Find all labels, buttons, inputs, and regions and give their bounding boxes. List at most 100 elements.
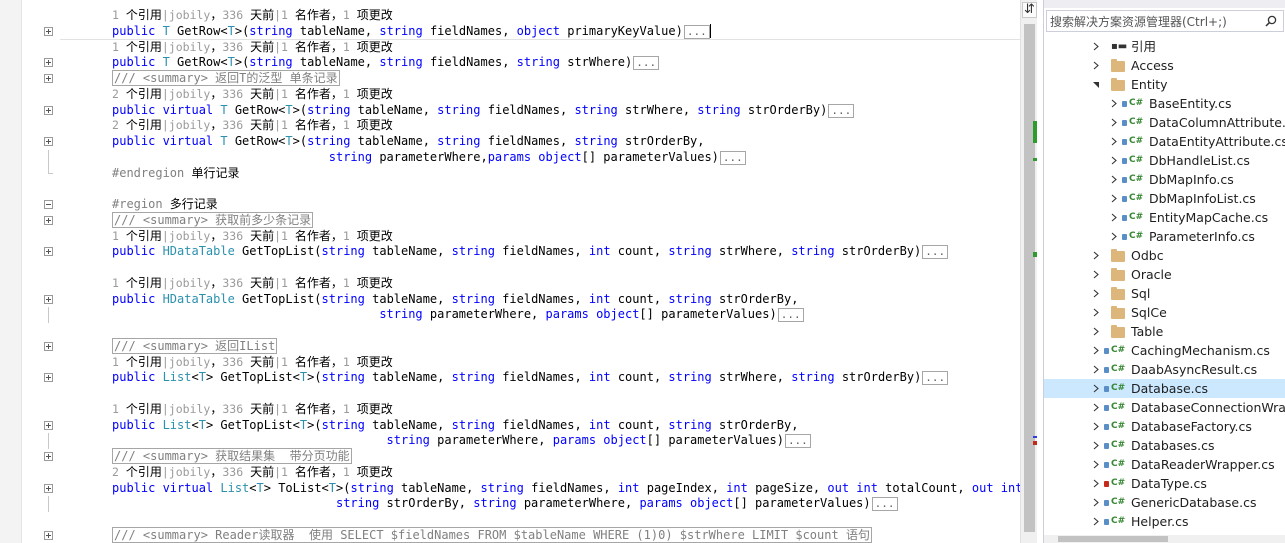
chevron-right-icon[interactable] (1092, 479, 1100, 488)
codelens-info[interactable]: 1 个引用|jobily，336 天前|1 名作者，1 项更改 (112, 355, 393, 371)
chevron-down-icon[interactable] (1092, 80, 1100, 89)
chevron-right-icon[interactable] (1110, 213, 1118, 222)
chevron-right-icon[interactable] (1110, 175, 1118, 184)
code-line[interactable]: string parameterWhere, params object[] p… (0, 433, 1020, 449)
expand-icon[interactable] (44, 74, 53, 83)
tree-item[interactable]: Odbc (1044, 246, 1285, 265)
chevron-right-icon[interactable] (1092, 460, 1100, 469)
chevron-right-icon[interactable] (1110, 194, 1118, 203)
code-line[interactable] (0, 181, 1020, 197)
expand-icon[interactable] (44, 373, 53, 383)
code-line[interactable]: #endregion 单行记录 (0, 165, 1020, 182)
code-line[interactable]: public HDataTable GetTopList(string tabl… (0, 292, 1020, 308)
collapsed-region-ellipsis[interactable]: ... (777, 308, 804, 323)
tree-item[interactable]: C# Databases.cs (1044, 436, 1285, 455)
tree-item[interactable]: C# EntityMapCache.cs (1044, 208, 1285, 227)
code-line[interactable]: public List<T> GetTopList<T>(string tabl… (0, 370, 1020, 386)
expand-icon[interactable] (44, 105, 53, 115)
tree-item[interactable]: C# DbMapInfoList.cs (1044, 189, 1285, 208)
split-editor-icon[interactable]: ⇵ (1022, 2, 1037, 18)
chevron-right-icon[interactable] (1092, 498, 1100, 507)
expand-icon[interactable] (44, 26, 53, 36)
collapsed-region-ellipsis[interactable]: ... (871, 497, 898, 512)
tree-item[interactable]: Oracle (1044, 265, 1285, 284)
expand-icon[interactable] (44, 530, 53, 540)
code-line[interactable]: 1 个引用|jobily，336 天前|1 名作者，1 项更改 (0, 276, 1020, 292)
code-line[interactable]: 1 个引用|jobily，336 天前|1 名作者，1 项更改 (0, 8, 1020, 24)
code-line[interactable]: /// <summary> 获取前多少条记录 (0, 211, 1020, 229)
expand-icon[interactable] (44, 247, 53, 257)
editor-vertical-scrollbar[interactable]: ⇵ (1020, 0, 1037, 543)
tree-item[interactable]: C# GenericDatabase.cs (1044, 493, 1285, 512)
collapsed-region-ellipsis[interactable]: ... (922, 371, 949, 386)
chevron-right-icon[interactable] (1092, 289, 1100, 298)
code-line[interactable]: public HDataTable GetTopList(string tabl… (0, 244, 1020, 260)
collapsed-region-ellipsis[interactable]: ... (719, 150, 746, 165)
tree-item[interactable]: SqlCe (1044, 303, 1285, 322)
chevron-right-icon[interactable] (1092, 61, 1100, 70)
tree-item[interactable]: Access (1044, 56, 1285, 75)
code-line[interactable]: /// <summary> 返回T的泛型 单条记录 (0, 70, 1020, 87)
search-input[interactable] (1050, 12, 1260, 31)
code-line[interactable]: 1 个引用|jobily，336 天前|1 名作者，1 项更改 (0, 402, 1020, 418)
code-line[interactable]: 1 个引用|jobily，336 天前|1 名作者，1 项更改 (0, 40, 1020, 56)
search-box[interactable] (1046, 10, 1284, 32)
tree-item[interactable]: C# Database.cs (1044, 379, 1285, 398)
chevron-right-icon[interactable] (1092, 308, 1100, 317)
chevron-right-icon[interactable] (1092, 42, 1100, 51)
code-editor[interactable]: 1 个引用|jobily，336 天前|1 名作者，1 项更改 public T … (0, 0, 1020, 543)
code-line[interactable]: string parameterWhere,params object[] pa… (0, 149, 1020, 166)
tree-item[interactable]: C# CachingMechanism.cs (1044, 341, 1285, 360)
tree-item[interactable]: Sql (1044, 284, 1285, 303)
chevron-right-icon[interactable] (1092, 403, 1100, 412)
expand-icon[interactable] (44, 294, 53, 304)
expand-icon[interactable] (44, 215, 53, 225)
collapsed-region-ellipsis[interactable]: ... (828, 103, 855, 118)
search-icon[interactable] (1265, 15, 1277, 27)
tree-item[interactable]: C# DataColumnAttribute.cs (1044, 113, 1285, 132)
chevron-right-icon[interactable] (1110, 156, 1118, 165)
chevron-right-icon[interactable] (1110, 137, 1118, 146)
code-line[interactable]: 2 个引用|jobily，336 天前|1 名作者，1 项更改 (0, 465, 1020, 481)
codelens-info[interactable]: 1 个引用|jobily，336 天前|1 名作者，1 项更改 (112, 229, 393, 245)
code-line[interactable]: #region 多行记录 (0, 197, 1020, 213)
codelens-info[interactable]: 1 个引用|jobily，336 天前|1 名作者，1 项更改 (112, 40, 393, 56)
explorer-horizontal-scrollbar[interactable] (1044, 535, 1285, 543)
tree-item[interactable]: C# ParameterInfo.cs (1044, 227, 1285, 246)
code-line[interactable]: string parameterWhere, params object[] p… (0, 307, 1020, 323)
tree-item[interactable]: C# DataEntityAttribute.cs (1044, 132, 1285, 151)
code-line[interactable]: /// <summary> Reader读取器 使用 SELECT $field… (0, 526, 1020, 543)
codelens-info[interactable]: 2 个引用|jobily，336 天前|1 名作者，1 项更改 (112, 118, 393, 134)
tree-item[interactable]: C# BaseEntity.cs (1044, 94, 1285, 113)
chevron-right-icon[interactable] (1110, 232, 1118, 241)
chevron-right-icon[interactable] (1092, 327, 1100, 336)
chevron-right-icon[interactable] (1110, 99, 1118, 108)
horizontal-scrollbar-thumb[interactable] (1058, 536, 1168, 542)
tree-item[interactable]: C# DataReaderWrapper.cs (1044, 455, 1285, 474)
code-line[interactable]: 1 个引用|jobily，336 天前|1 名作者，1 项更改 (0, 355, 1020, 371)
tree-item[interactable]: C# DataType.cs (1044, 474, 1285, 493)
expand-icon[interactable] (44, 58, 53, 68)
expand-icon[interactable] (44, 452, 53, 461)
code-line[interactable]: public virtual T GetRow<T>(string tableN… (0, 134, 1020, 150)
collapse-icon[interactable] (44, 200, 53, 209)
tree-item[interactable]: C# DbHandleList.cs (1044, 151, 1285, 170)
collapsed-region-ellipsis[interactable]: ... (784, 434, 811, 449)
chevron-right-icon[interactable] (1092, 346, 1100, 355)
tree-item[interactable]: ▪▬ 引用 (1044, 37, 1285, 56)
codelens-info[interactable]: 2 个引用|jobily，336 天前|1 名作者，1 项更改 (112, 465, 393, 481)
collapsed-doc-comment[interactable]: /// <summary> 获取结果集 带分页功能 (112, 448, 352, 464)
expand-icon[interactable] (44, 420, 53, 430)
collapsed-doc-comment[interactable]: /// <summary> Reader读取器 使用 SELECT $field… (112, 526, 872, 543)
code-line[interactable]: public List<T> GetTopList<T>(string tabl… (0, 418, 1020, 434)
chevron-right-icon[interactable] (1092, 422, 1100, 431)
chevron-right-icon[interactable] (1092, 517, 1100, 526)
expand-icon[interactable] (44, 137, 53, 146)
expand-icon[interactable] (44, 341, 53, 351)
tree-item[interactable]: C# DaabAsyncResult.cs (1044, 360, 1285, 379)
tree-item[interactable]: Table (1044, 322, 1285, 341)
code-line[interactable]: string strOrderBy, string parameterWhere… (0, 496, 1020, 512)
tree-item[interactable]: C# Helper.cs (1044, 512, 1285, 531)
tree-item[interactable]: C# DbMapInfo.cs (1044, 170, 1285, 189)
codelens-info[interactable]: 2 个引用|jobily，336 天前|1 名作者，1 项更改 (112, 87, 393, 103)
